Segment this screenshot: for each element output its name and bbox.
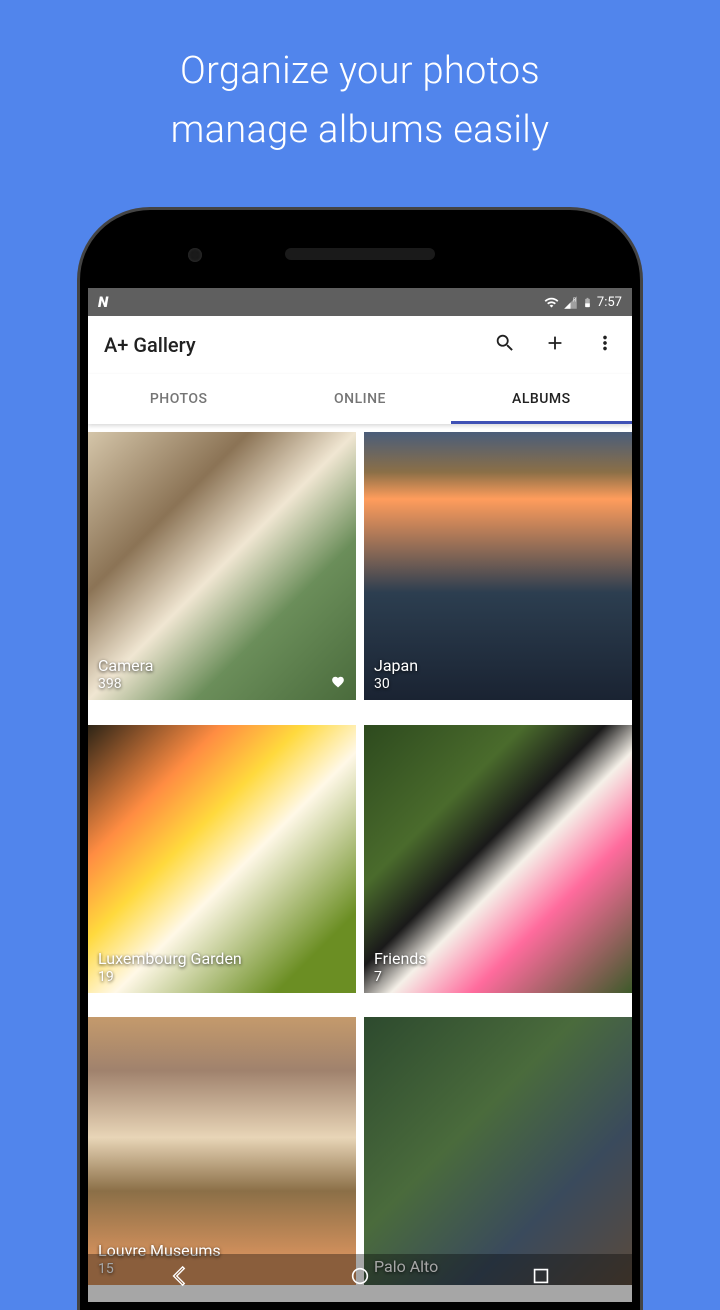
search-icon [494, 332, 516, 354]
album-count: 19 [98, 969, 242, 985]
album-item[interactable]: Japan 30 [364, 432, 632, 700]
android-nav-bar [88, 1254, 632, 1302]
app-toolbar: A+ Gallery [88, 316, 632, 374]
status-bar: N R 7:57 [88, 288, 632, 316]
status-time: 7:57 [597, 295, 622, 310]
nav-back-button[interactable] [168, 1265, 190, 1291]
album-info: Luxembourg Garden 19 [98, 949, 242, 985]
android-n-icon: N [98, 293, 108, 311]
more-button[interactable] [594, 332, 616, 358]
phone-frame: N R 7:57 A+ Gallery [80, 210, 640, 1310]
album-count: 30 [374, 676, 418, 692]
heart-icon [331, 675, 345, 689]
plus-icon [544, 332, 566, 354]
tab-albums[interactable]: ALBUMS [451, 374, 632, 424]
signal-icon: R [563, 295, 578, 310]
album-item[interactable]: Palo Alto [364, 1017, 632, 1285]
album-name: Japan [374, 656, 418, 675]
more-vert-icon [594, 332, 616, 354]
svg-text:R: R [573, 297, 576, 303]
phone-bezel-top [88, 218, 632, 288]
album-info: Friends 7 [374, 949, 427, 985]
album-grid[interactable]: Camera 398 Japan 30 Luxembourg Garden 19… [88, 424, 632, 1302]
battery-icon [582, 295, 593, 310]
album-info: Camera 398 [98, 656, 153, 692]
album-count: 7 [374, 969, 427, 985]
album-item[interactable]: Friends 7 [364, 725, 632, 993]
phone-camera [188, 248, 202, 262]
wifi-icon [544, 295, 559, 310]
app-title: A+ Gallery [104, 333, 494, 357]
album-name: Luxembourg Garden [98, 949, 242, 968]
album-item[interactable]: Camera 398 [88, 432, 356, 700]
album-name: Camera [98, 656, 153, 675]
album-thumbnail [364, 1017, 632, 1285]
phone-speaker [285, 248, 435, 260]
favorite-badge [328, 672, 348, 692]
album-info: Japan 30 [374, 656, 418, 692]
search-button[interactable] [494, 332, 516, 358]
album-item[interactable]: Luxembourg Garden 19 [88, 725, 356, 993]
tab-online[interactable]: ONLINE [269, 374, 450, 424]
promo-line2: manage albums easily [0, 101, 720, 160]
album-count: 398 [98, 676, 153, 692]
tab-bar: PHOTOS ONLINE ALBUMS [88, 374, 632, 424]
nav-home-button[interactable] [349, 1265, 371, 1291]
add-button[interactable] [544, 332, 566, 358]
tab-photos[interactable]: PHOTOS [88, 374, 269, 424]
album-item[interactable]: Louvre Museums 15 [88, 1017, 356, 1285]
album-name: Friends [374, 949, 427, 968]
nav-recent-button[interactable] [530, 1265, 552, 1291]
promo-line1: Organize your photos [0, 42, 720, 101]
promo-headline: Organize your photos manage albums easil… [0, 0, 720, 160]
